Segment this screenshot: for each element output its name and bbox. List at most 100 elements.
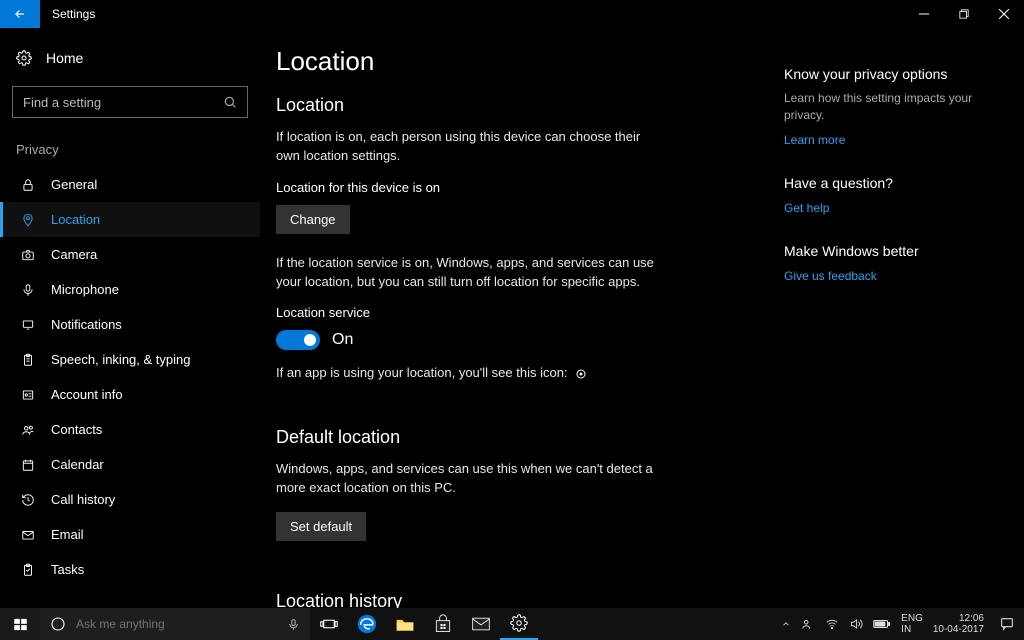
start-button[interactable] bbox=[0, 608, 40, 640]
get-help-link[interactable]: Get help bbox=[784, 201, 829, 215]
nav-label: Tasks bbox=[51, 562, 244, 577]
nav-label: Speech, inking, & typing bbox=[51, 352, 244, 367]
mail-app[interactable] bbox=[462, 608, 500, 640]
nav-item-location[interactable]: Location bbox=[0, 202, 260, 237]
privacy-options-heading: Know your privacy options bbox=[784, 66, 1004, 82]
clipboard-icon bbox=[19, 353, 37, 367]
close-icon bbox=[999, 9, 1009, 19]
tray-people[interactable] bbox=[801, 617, 815, 631]
nav-item-contacts[interactable]: Contacts bbox=[0, 412, 260, 447]
toggle-state: On bbox=[332, 331, 353, 349]
volume-icon bbox=[849, 617, 863, 631]
back-button[interactable] bbox=[0, 0, 40, 28]
nav-label: Account info bbox=[51, 387, 244, 402]
tray-chevron[interactable] bbox=[781, 619, 791, 629]
nav-label: Microphone bbox=[51, 282, 244, 297]
account-icon bbox=[19, 388, 37, 402]
category-header: Privacy bbox=[0, 136, 260, 167]
lock-icon bbox=[19, 178, 37, 192]
edge-app[interactable] bbox=[348, 608, 386, 640]
feedback-link[interactable]: Give us feedback bbox=[784, 269, 877, 283]
nav-item-camera[interactable]: Camera bbox=[0, 237, 260, 272]
close-button[interactable] bbox=[984, 0, 1024, 28]
chevron-up-icon bbox=[781, 619, 791, 629]
nav-label: Contacts bbox=[51, 422, 244, 437]
nav-label: Calendar bbox=[51, 457, 244, 472]
nav-item-speech[interactable]: Speech, inking, & typing bbox=[0, 342, 260, 377]
privacy-options-desc: Learn how this setting impacts your priv… bbox=[784, 90, 1004, 125]
maximize-icon bbox=[959, 9, 969, 19]
nav-label: General bbox=[51, 177, 244, 192]
explorer-app[interactable] bbox=[386, 608, 424, 640]
taskbar: ENG IN 12:06 10-04-2017 bbox=[0, 608, 1024, 640]
location-icon-sentence: If an app is using your location, you'll… bbox=[276, 364, 656, 383]
maximize-button[interactable] bbox=[944, 0, 984, 28]
tray-volume[interactable] bbox=[849, 617, 863, 631]
location-service-toggle[interactable] bbox=[276, 330, 320, 350]
settings-icon bbox=[510, 614, 528, 632]
change-button[interactable]: Change bbox=[276, 205, 350, 234]
nav-label: Notifications bbox=[51, 317, 244, 332]
location-inuse-icon bbox=[575, 368, 587, 380]
section-heading-location: Location bbox=[276, 95, 754, 116]
mic-icon[interactable] bbox=[287, 618, 300, 631]
notifications-icon bbox=[19, 318, 37, 332]
email-icon bbox=[19, 528, 37, 542]
settings-app[interactable] bbox=[500, 608, 538, 640]
nav-label: Location bbox=[51, 212, 244, 227]
device-location-status: Location for this device is on bbox=[276, 180, 754, 195]
nav-label: Call history bbox=[51, 492, 244, 507]
learn-more-link[interactable]: Learn more bbox=[784, 133, 845, 147]
cortana-input[interactable] bbox=[76, 617, 277, 631]
sidebar: Home Privacy General Location Camera Mic… bbox=[0, 28, 260, 608]
folder-icon bbox=[395, 615, 415, 633]
set-default-button[interactable]: Set default bbox=[276, 512, 366, 541]
system-tray: ENG IN 12:06 10-04-2017 bbox=[775, 608, 990, 640]
nav-item-tasks[interactable]: Tasks bbox=[0, 552, 260, 587]
minimize-button[interactable] bbox=[904, 0, 944, 28]
section-heading-history: Location history bbox=[276, 591, 754, 608]
tray-language[interactable]: ENG IN bbox=[901, 613, 923, 635]
nav-item-callhistory[interactable]: Call history bbox=[0, 482, 260, 517]
task-view-button[interactable] bbox=[310, 608, 348, 640]
titlebar: Settings bbox=[0, 0, 1024, 28]
nav-item-account[interactable]: Account info bbox=[0, 377, 260, 412]
search-input[interactable] bbox=[23, 95, 223, 110]
nav-item-notifications[interactable]: Notifications bbox=[0, 307, 260, 342]
nav-item-email[interactable]: Email bbox=[0, 517, 260, 552]
cortana-icon bbox=[50, 616, 66, 632]
camera-icon bbox=[19, 248, 37, 262]
nav-item-calendar[interactable]: Calendar bbox=[0, 447, 260, 482]
battery-icon bbox=[873, 618, 891, 630]
store-app[interactable] bbox=[424, 608, 462, 640]
location-service-desc: If the location service is on, Windows, … bbox=[276, 254, 656, 292]
feedback-heading: Make Windows better bbox=[784, 243, 1004, 259]
tray-battery[interactable] bbox=[873, 618, 891, 630]
search-box[interactable] bbox=[12, 86, 248, 118]
mail-icon bbox=[471, 616, 491, 632]
edge-icon bbox=[356, 613, 378, 635]
tray-network[interactable] bbox=[825, 617, 839, 631]
tray-clock[interactable]: 12:06 10-04-2017 bbox=[933, 613, 984, 635]
windows-icon bbox=[13, 617, 28, 632]
microphone-icon bbox=[19, 283, 37, 297]
section-heading-default: Default location bbox=[276, 427, 754, 448]
minimize-icon bbox=[919, 9, 929, 19]
tasks-icon bbox=[19, 563, 37, 577]
action-center-button[interactable] bbox=[990, 608, 1024, 640]
home-label: Home bbox=[46, 50, 83, 66]
calendar-icon bbox=[19, 458, 37, 472]
wifi-icon bbox=[825, 617, 839, 631]
task-view-icon bbox=[320, 617, 338, 631]
nav-label: Email bbox=[51, 527, 244, 542]
nav-item-microphone[interactable]: Microphone bbox=[0, 272, 260, 307]
content: Location Location If location is on, eac… bbox=[276, 46, 754, 608]
cortana-search[interactable] bbox=[40, 608, 310, 640]
arrow-left-icon bbox=[13, 7, 27, 21]
right-panel: Know your privacy options Learn how this… bbox=[784, 46, 1004, 608]
window-title: Settings bbox=[52, 7, 95, 21]
question-heading: Have a question? bbox=[784, 175, 1004, 191]
home-button[interactable]: Home bbox=[0, 40, 260, 76]
nav-item-general[interactable]: General bbox=[0, 167, 260, 202]
contacts-icon bbox=[19, 423, 37, 437]
